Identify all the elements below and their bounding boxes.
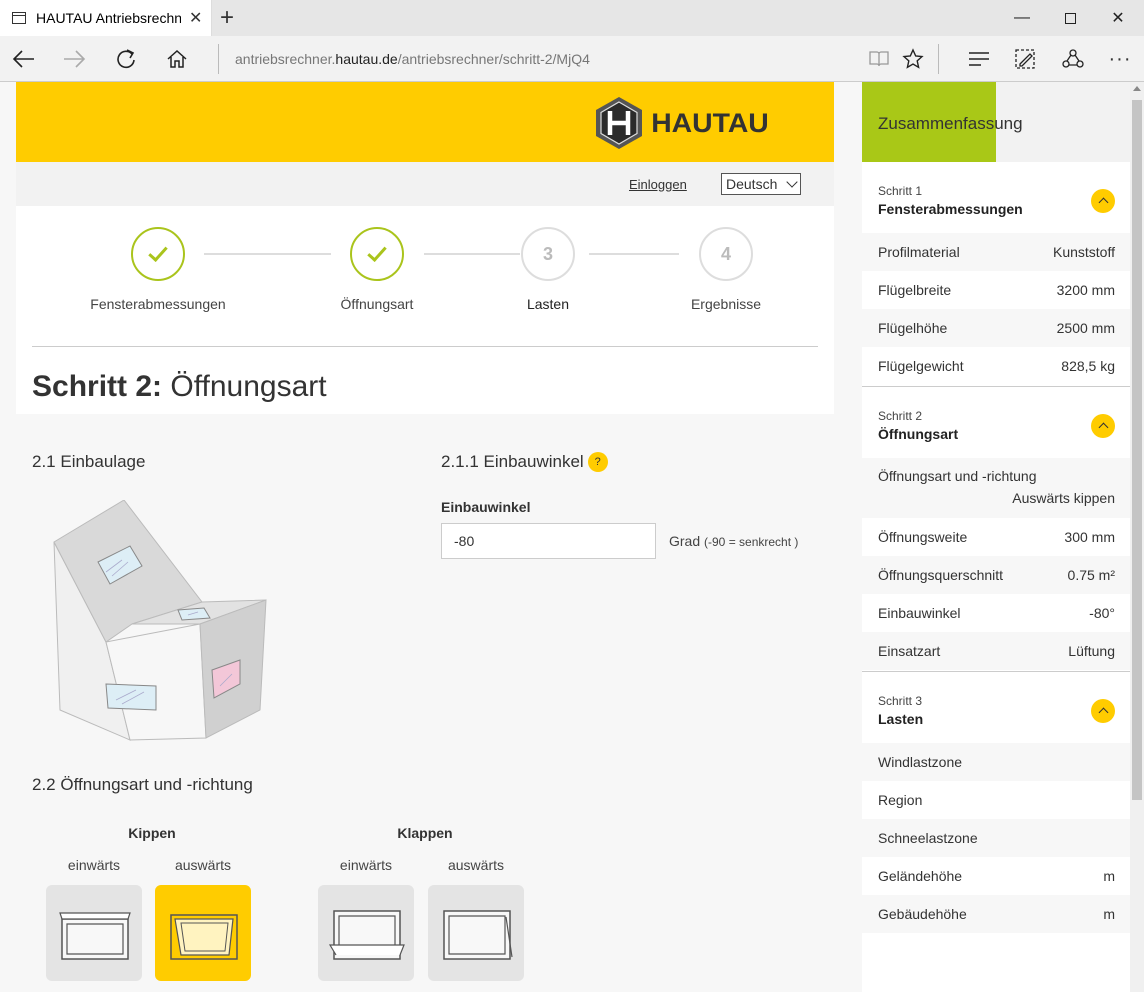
back-icon[interactable] <box>8 44 40 74</box>
hautau-logo-mark-icon <box>596 97 642 149</box>
step-1-label[interactable]: Fensterabmessungen <box>58 296 258 312</box>
summary-row: Flügelbreite 3200 mm <box>878 282 1115 298</box>
summary-row: Öffnungsart und -richtung Auswärts kippen <box>862 458 1130 518</box>
check-icon <box>148 241 168 262</box>
collapse-step-1-icon[interactable] <box>1091 189 1115 213</box>
summary-row: Profilmaterial Kunststoff <box>862 233 1130 271</box>
window-tilt-outward-icon <box>170 914 238 960</box>
reading-view-icon[interactable] <box>863 44 895 74</box>
more-icon[interactable]: ··· <box>1104 44 1136 74</box>
summary-row: Einsatzart Lüftung <box>862 632 1130 670</box>
tab-title: HAUTAU Antriebsrechner <box>36 10 181 26</box>
logo-text: HAUTAU <box>651 107 769 138</box>
refresh-icon[interactable] <box>110 44 142 74</box>
step-1-indicator[interactable] <box>131 227 185 281</box>
section-einbaulage: 2.1 Einbaulage <box>32 452 146 471</box>
summary-row: Öffnungsweite 300 mm <box>878 529 1115 545</box>
step-connector <box>204 253 331 255</box>
summary-step-3-heading: Schritt 3 Lasten <box>878 694 924 727</box>
language-value: Deutsch <box>726 176 778 192</box>
step-2-indicator[interactable] <box>350 227 404 281</box>
utility-bar: Einloggen Deutsch <box>16 162 834 206</box>
divider <box>32 346 818 347</box>
web-note-icon[interactable] <box>1009 44 1041 74</box>
section-oeffnungsart: 2.2 Öffnungsart und -richtung <box>32 775 253 794</box>
summary-row: Region <box>878 792 923 808</box>
window-hinge-outward-icon <box>443 910 513 960</box>
hautau-logo[interactable]: HAUTAU <box>594 96 769 150</box>
summary-row: Geländehöhe m <box>878 868 1115 884</box>
window-tilt-inward-icon <box>59 912 131 960</box>
summary-row: Windlastzone <box>862 743 1130 781</box>
summary-row: Öffnungsquerschnitt 0.75 m² <box>862 556 1130 594</box>
step-connector <box>424 253 520 255</box>
close-tab-icon[interactable]: ✕ <box>189 8 202 28</box>
summary-step-2-heading: Schritt 2 Öffnungsart <box>878 409 959 442</box>
kippen-inward-label: einwärts <box>67 857 121 873</box>
summary-row: Einbauwinkel -80° <box>878 605 1115 621</box>
step-4-indicator: 4 <box>699 227 753 281</box>
minimize-icon[interactable]: — <box>998 0 1046 36</box>
section-einbauwinkel: 2.1.1 Einbauwinkel? <box>441 452 608 472</box>
summary-sidebar: Zusammenfassung Schritt 1 Fensterabmessun… <box>862 82 1130 992</box>
home-icon[interactable] <box>161 44 193 74</box>
browser-tab-bar: HAUTAU Antriebsrechner ✕ + — ✕ <box>0 0 1144 36</box>
summary-title: Zusammenfassung <box>878 114 1023 133</box>
window-hinge-inward-icon <box>328 910 405 960</box>
option-klappen-outward[interactable] <box>428 885 524 981</box>
option-kippen-outward[interactable] <box>155 885 251 981</box>
address-bar[interactable]: antriebsrechner.hautau.de/antriebsrechne… <box>235 51 590 67</box>
forward-icon[interactable] <box>58 44 90 74</box>
favorite-star-icon[interactable] <box>897 44 929 74</box>
klappen-inward-label: einwärts <box>339 857 393 873</box>
option-kippen-inward[interactable] <box>46 885 142 981</box>
scroll-up-icon[interactable] <box>1133 86 1141 91</box>
summary-row: Gebäudehöhe m <box>862 895 1130 933</box>
step-2-label[interactable]: Öffnungsart <box>277 296 477 312</box>
language-select[interactable]: Deutsch <box>721 173 801 195</box>
page-icon <box>12 12 26 24</box>
einbauwinkel-label: Einbauwinkel <box>441 499 531 515</box>
group-klappen: Klappen <box>397 825 453 841</box>
browser-nav-bar: antriebsrechner.hautau.de/antriebsrechne… <box>0 36 1144 82</box>
login-link[interactable]: Einloggen <box>629 177 687 192</box>
step-3-label: Lasten <box>526 296 570 312</box>
share-icon[interactable] <box>1057 44 1089 74</box>
scrollbar-thumb[interactable] <box>1132 100 1142 800</box>
summary-step-1-heading: Schritt 1 Fensterabmessungen <box>878 184 1023 217</box>
unit-text: Grad (-90 = senkrecht ) <box>669 533 799 549</box>
chevron-down-icon <box>786 176 798 188</box>
check-icon <box>367 241 387 262</box>
installation-illustration <box>53 500 267 741</box>
page-title: Schritt 2: Öffnungsart <box>32 370 327 403</box>
step-connector <box>589 253 679 255</box>
scrollbar[interactable] <box>1130 82 1144 992</box>
collapse-step-2-icon[interactable] <box>1091 414 1115 438</box>
einbauwinkel-input[interactable] <box>441 523 656 559</box>
summary-row: Flügelgewicht 828,5 kg <box>878 358 1115 374</box>
close-window-icon[interactable]: ✕ <box>1094 0 1142 36</box>
summary-row: Schneelastzone <box>862 819 1130 857</box>
site-header: HAUTAU <box>16 82 834 162</box>
summary-row: Flügelhöhe 2500 mm <box>862 309 1130 347</box>
new-tab-icon[interactable]: + <box>220 4 234 32</box>
klappen-outward-label: auswärts <box>447 857 505 873</box>
step-3-indicator: 3 <box>521 227 575 281</box>
group-kippen: Kippen <box>128 825 176 841</box>
collapse-step-3-icon[interactable] <box>1091 699 1115 723</box>
browser-tab[interactable]: HAUTAU Antriebsrechner ✕ <box>0 0 212 36</box>
kippen-outward-label: auswärts <box>174 857 232 873</box>
help-icon[interactable]: ? <box>587 452 608 472</box>
option-klappen-inward[interactable] <box>318 885 414 981</box>
maximize-icon[interactable] <box>1046 0 1094 36</box>
summary-header: Zusammenfassung <box>862 82 1130 162</box>
hub-icon[interactable] <box>963 44 995 74</box>
step-4-label: Ergebnisse <box>690 296 762 312</box>
